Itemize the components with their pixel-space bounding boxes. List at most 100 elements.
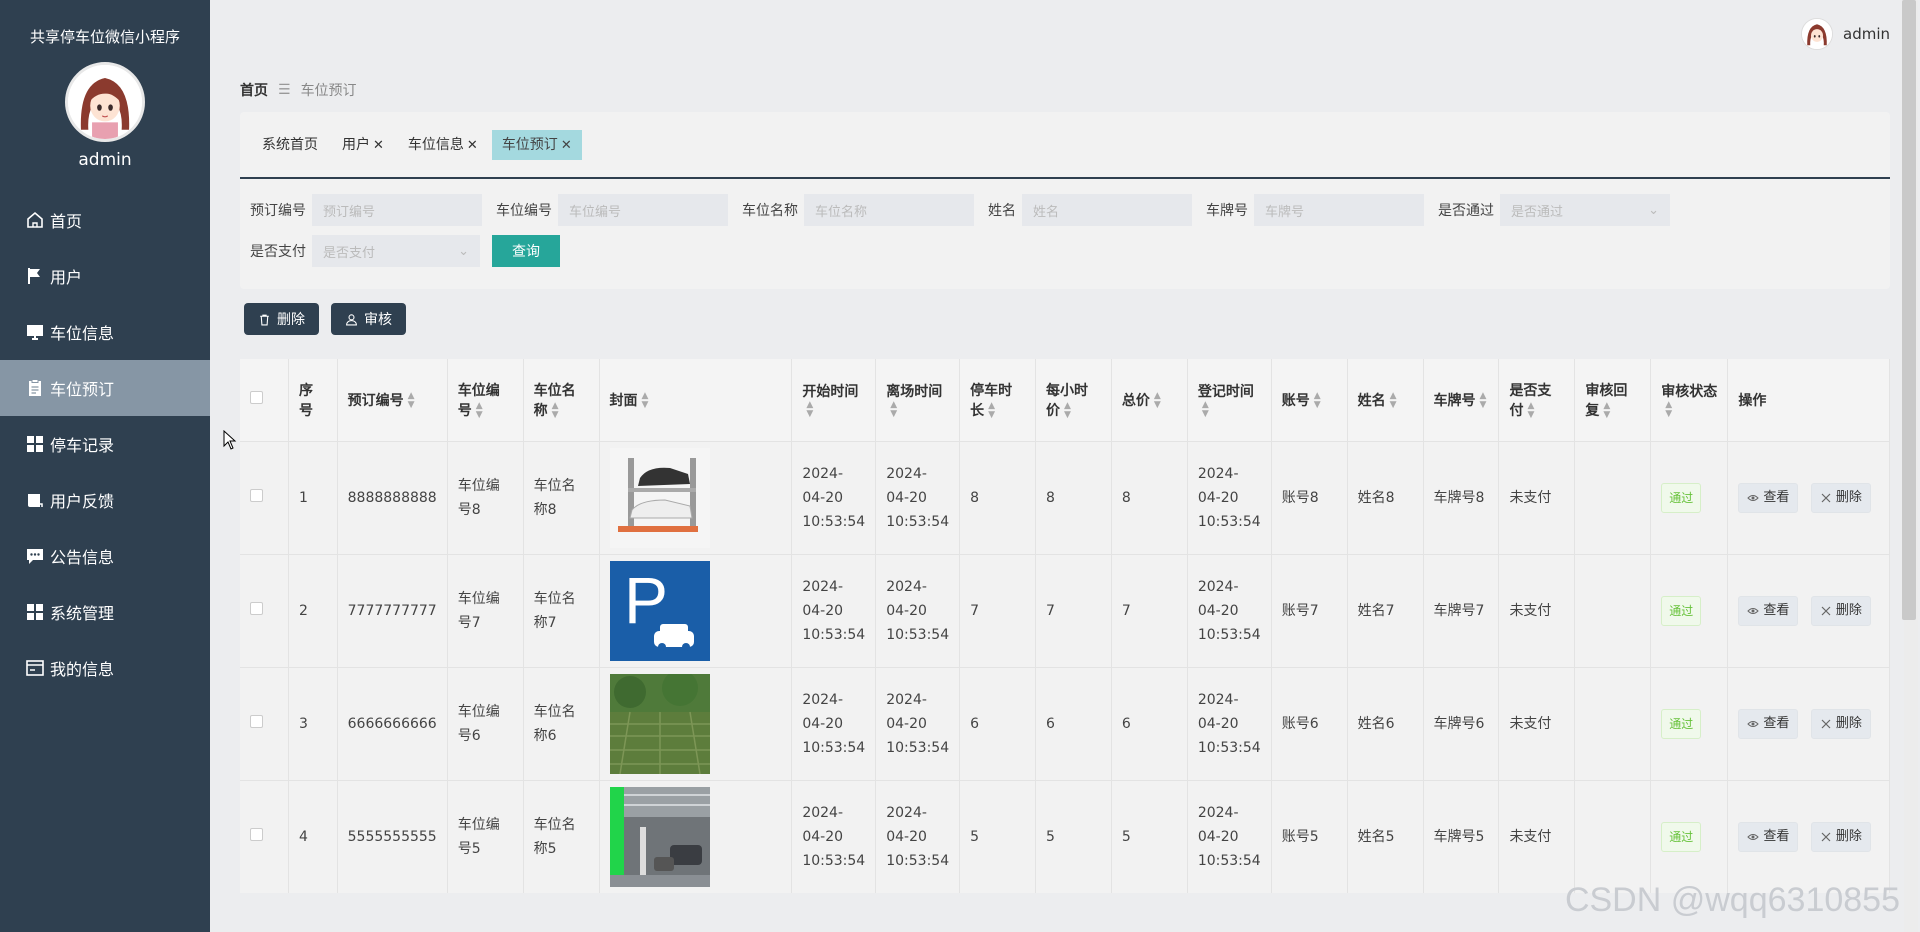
- sidebar-item-3[interactable]: 车位预订: [0, 360, 210, 416]
- view-button[interactable]: 查看: [1738, 708, 1799, 739]
- column-header[interactable]: 每小时价 ▲ ▼: [1035, 359, 1112, 441]
- top-username[interactable]: admin: [1843, 25, 1890, 43]
- sort-icon[interactable]: ▲ ▼: [1665, 400, 1672, 419]
- sort-icon[interactable]: ▲ ▼: [1154, 391, 1161, 410]
- sort-icon[interactable]: ▲ ▼: [1202, 400, 1209, 419]
- sort-icon[interactable]: ▲ ▼: [890, 400, 897, 419]
- row-delete-button[interactable]: 删除: [1810, 821, 1871, 852]
- close-icon[interactable]: ✕: [467, 138, 478, 153]
- sidebar-item-5[interactable]: 用户反馈: [0, 472, 210, 528]
- sort-icon[interactable]: ▲ ▼: [1390, 391, 1397, 410]
- delete-button[interactable]: 删除: [244, 303, 319, 335]
- column-header[interactable]: 车位编号 ▲ ▼: [447, 359, 524, 441]
- paid-select-placeholder: 是否支付: [323, 245, 376, 261]
- cell-order: 8888888888: [337, 440, 448, 554]
- row-delete-button[interactable]: 删除: [1810, 595, 1871, 626]
- breadcrumb-home[interactable]: 首页: [240, 80, 268, 100]
- column-header[interactable]: 审核状态▲ ▼: [1650, 359, 1729, 441]
- sort-icon[interactable]: ▲ ▼: [408, 391, 415, 410]
- view-button[interactable]: 查看: [1738, 482, 1799, 513]
- search-input[interactable]: 姓名: [1022, 194, 1192, 226]
- row-checkbox[interactable]: [250, 714, 263, 728]
- search-input[interactable]: 预订编号: [312, 194, 482, 226]
- cell-text: 车位编号6: [457, 703, 500, 744]
- sort-icon[interactable]: ▲ ▼: [1527, 401, 1534, 420]
- trash-icon: [260, 314, 269, 325]
- row-delete-button[interactable]: 删除: [1810, 482, 1871, 513]
- query-button[interactable]: 查询: [492, 235, 560, 267]
- view-button[interactable]: 查看: [1738, 595, 1799, 626]
- column-header[interactable]: 审核回复 ▲ ▼: [1574, 359, 1652, 441]
- search-placeholder: 是否通过: [1511, 204, 1564, 220]
- tab-1[interactable]: 用户 ✕: [332, 130, 394, 160]
- delete-button-label: 删除: [277, 312, 305, 328]
- view-button-label: 查看: [1763, 489, 1790, 505]
- column-header[interactable]: 登记时间▲ ▼: [1187, 359, 1272, 441]
- cell-reply: [1574, 553, 1652, 667]
- search-label-paid: 是否支付: [250, 244, 306, 260]
- cell-spot_name: 车位名称7: [523, 553, 600, 667]
- search-input[interactable]: 车位编号: [558, 194, 728, 226]
- column-header[interactable]: 车位名称 ▲ ▼: [523, 359, 600, 441]
- cell-reg: 2024-04-20 10:53:54: [1187, 779, 1272, 893]
- tab-2[interactable]: 车位信息 ✕: [398, 130, 488, 160]
- sidebar-item-8[interactable]: 我的信息: [0, 640, 210, 696]
- tab-3[interactable]: 车位预订 ✕: [491, 129, 582, 160]
- sort-icon[interactable]: ▲ ▼: [552, 401, 559, 420]
- column-header[interactable]: 封面 ▲ ▼: [599, 359, 793, 441]
- column-header[interactable]: 离场时间▲ ▼: [875, 359, 961, 441]
- cell-text: 5555555555: [347, 828, 437, 845]
- cell-text: 车位名称7: [533, 590, 576, 631]
- top-avatar[interactable]: [1801, 18, 1833, 50]
- sidebar-item-0[interactable]: 首页: [0, 192, 210, 248]
- approved-select[interactable]: 是否通过 ⌄: [1500, 194, 1670, 226]
- column-header[interactable]: 车牌号 ▲ ▼: [1423, 359, 1500, 441]
- search-input[interactable]: 车位名称: [804, 194, 974, 226]
- cell-text: 车位编号8: [457, 477, 500, 518]
- sort-icon[interactable]: ▲ ▼: [476, 401, 483, 420]
- status-badge: 通过: [1661, 595, 1702, 626]
- sidebar-item-4[interactable]: 停车记录: [0, 416, 210, 472]
- column-header[interactable]: 总价 ▲ ▼: [1111, 359, 1188, 441]
- paid-select[interactable]: 是否支付 ⌄: [312, 235, 480, 267]
- column-header[interactable]: 是否支付 ▲ ▼: [1498, 359, 1576, 441]
- sidebar-item-1[interactable]: 用户: [0, 248, 210, 304]
- column-header[interactable]: 姓名 ▲ ▼: [1347, 359, 1424, 441]
- close-icon[interactable]: ✕: [561, 138, 572, 153]
- cell-text: 未支付: [1509, 828, 1552, 845]
- search-label: 姓名: [988, 203, 1016, 219]
- sort-icon[interactable]: ▲ ▼: [1314, 391, 1321, 410]
- sidebar-item-7[interactable]: 系统管理: [0, 584, 210, 640]
- row-checkbox[interactable]: [250, 827, 263, 841]
- scrollbar-thumb[interactable]: [1902, 0, 1916, 620]
- sort-icon[interactable]: ▲ ▼: [1480, 391, 1487, 410]
- sidebar-item-2[interactable]: 车位信息: [0, 304, 210, 360]
- status-cell: 通过: [1650, 666, 1729, 780]
- column-header[interactable]: 账号 ▲ ▼: [1271, 359, 1348, 441]
- column-header-label: 离场时间: [886, 383, 943, 400]
- row-checkbox[interactable]: [250, 488, 263, 502]
- cell-text: 2024-04-20 10:53:54: [802, 804, 866, 869]
- sort-icon[interactable]: ▲ ▼: [1064, 401, 1071, 420]
- sort-icon[interactable]: ▲ ▼: [642, 391, 649, 410]
- column-header[interactable]: 停车时长 ▲ ▼: [959, 359, 1037, 441]
- row-checkbox[interactable]: [250, 601, 263, 615]
- monitor-icon: [24, 321, 46, 343]
- topbar: admin: [210, 0, 1920, 68]
- review-button[interactable]: 审核: [331, 303, 406, 335]
- cell-duration: 8: [959, 440, 1037, 554]
- cell-name: 姓名7: [1347, 553, 1424, 667]
- tab-0[interactable]: 系统首页: [252, 130, 328, 160]
- search-input[interactable]: 车牌号: [1254, 194, 1424, 226]
- column-header[interactable]: 预订编号 ▲ ▼: [337, 359, 448, 441]
- column-header[interactable]: 开始时间▲ ▼: [791, 359, 877, 441]
- page-scrollbar[interactable]: [1902, 0, 1918, 932]
- sort-icon[interactable]: ▲ ▼: [1603, 401, 1610, 420]
- sort-icon[interactable]: ▲ ▼: [806, 400, 813, 419]
- view-button[interactable]: 查看: [1738, 821, 1799, 852]
- row-delete-button[interactable]: 删除: [1810, 708, 1871, 739]
- sort-icon[interactable]: ▲ ▼: [988, 401, 995, 420]
- select-all-checkbox[interactable]: [250, 391, 263, 405]
- sidebar-item-6[interactable]: 公告信息: [0, 528, 210, 584]
- close-icon[interactable]: ✕: [373, 138, 384, 153]
